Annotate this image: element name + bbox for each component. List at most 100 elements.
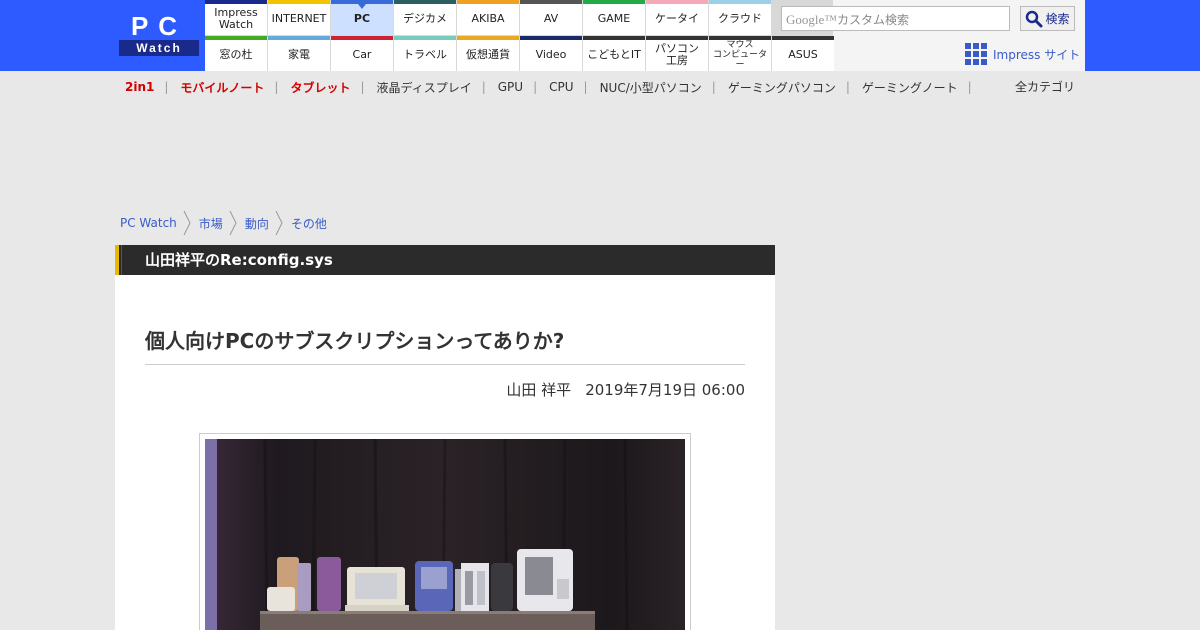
logo-watch: Watch	[119, 40, 199, 56]
category-separator: |	[274, 80, 279, 94]
nav-item-1-6[interactable]: AV	[520, 0, 582, 35]
header-side-band	[1085, 0, 1200, 71]
category-link[interactable]: モバイルノート	[180, 79, 264, 96]
nav-item-label: デジカメ	[403, 12, 447, 25]
search-placeholder: カスタム検索	[837, 13, 910, 27]
category-link[interactable]: ゲーミングノート	[862, 79, 958, 96]
nav-item-1-1[interactable]: Impress Watch	[205, 0, 267, 35]
nav-item-label: クラウド	[718, 12, 762, 25]
nav-item-label: ケータイ	[655, 12, 699, 25]
category-link[interactable]: CPU	[549, 80, 573, 94]
photo-illustration	[205, 439, 685, 630]
author: 山田 祥平	[506, 381, 572, 399]
nav-item-2-4[interactable]: トラベル	[394, 36, 456, 71]
search-icon	[1026, 10, 1043, 27]
series-banner[interactable]: 山田祥平のRe:config.sys	[115, 245, 775, 275]
impress-site-link[interactable]: Impress サイト	[965, 42, 1080, 66]
breadcrumb-link[interactable]: その他	[291, 215, 327, 232]
nav-color-bar	[583, 36, 645, 40]
category-separator: |	[967, 80, 972, 94]
breadcrumb-link[interactable]: 動向	[245, 215, 269, 232]
nav-item-label: Car	[352, 48, 372, 61]
nav-color-bar	[520, 36, 582, 40]
nav-item-2-1[interactable]: 窓の杜	[205, 36, 267, 71]
nav-item-label: 家電	[288, 48, 310, 61]
category-link[interactable]: 液晶ディスプレイ	[377, 79, 472, 96]
nav-color-bar	[583, 0, 645, 4]
nav-color-bar	[268, 36, 330, 40]
article-headline: 個人向けPCのサブスクリプションってありか?	[145, 329, 565, 353]
category-separator: |	[711, 80, 716, 94]
chevron-right-icon	[229, 210, 237, 236]
category-link[interactable]: 2in1	[125, 80, 154, 94]
nav-item-2-6[interactable]: Video	[520, 36, 582, 71]
active-caret-icon	[358, 4, 366, 9]
nav-item-label: INTERNET	[271, 12, 327, 25]
nav-item-2-8[interactable]: パソコン 工房	[646, 36, 708, 71]
category-separator: |	[845, 80, 850, 94]
nav-item-2-3[interactable]: Car	[331, 36, 393, 71]
nav-color-bar	[457, 36, 519, 40]
nav-color-bar	[646, 0, 708, 4]
nav-color-bar	[709, 36, 771, 40]
chevron-right-icon	[183, 210, 191, 236]
publish-date: 2019年7月19日 06:00	[585, 381, 745, 399]
nav-item-1-5[interactable]: AKIBA	[457, 0, 519, 35]
article: 山田祥平のRe:config.sys 個人向けPCのサブスクリプションってありか…	[115, 245, 775, 630]
category-bar: 2in1 | モバイルノート | タブレット | 液晶ディスプレイ | GPU | CPU | NUC/…	[125, 78, 984, 96]
nav-item-1-3[interactable]: PC	[331, 0, 393, 35]
nav-item-label: AKIBA	[471, 12, 505, 25]
nav-item-label: 窓の杜	[219, 48, 253, 61]
nav-item-1-2[interactable]: INTERNET	[268, 0, 330, 35]
nav-color-bar	[205, 36, 267, 40]
nav-item-label: パソコン 工房	[655, 42, 699, 67]
search-input[interactable]: Google™カスタム検索	[781, 6, 1010, 31]
article-photo	[205, 439, 685, 630]
category-link[interactable]: ゲーミングパソコン	[728, 79, 836, 96]
category-separator: |	[360, 80, 365, 94]
google-label: Google™	[786, 12, 838, 27]
category-link[interactable]: NUC/小型パソコン	[600, 79, 702, 96]
breadcrumb-link[interactable]: PC Watch	[120, 216, 177, 230]
search-button[interactable]: 検索	[1020, 6, 1075, 31]
category-link[interactable]: GPU	[498, 80, 523, 94]
headline-divider	[145, 364, 745, 365]
pc-watch-logo[interactable]: PC Watch	[119, 12, 199, 56]
nav-item-2-5[interactable]: 仮想通貨	[457, 36, 519, 71]
category-link[interactable]: タブレット	[290, 79, 350, 96]
nav-item-label: PC	[353, 12, 371, 25]
nav-color-bar	[394, 0, 456, 4]
nav-item-2-10[interactable]: ASUS	[772, 36, 834, 71]
nav-item-label: GAME	[597, 12, 631, 25]
site-header: PC Watch Impress Watch INTERNET PC デジカメ AKIB…	[0, 0, 1200, 71]
nav-item-label: こどもとIT	[587, 48, 641, 61]
series-title: 山田祥平のRe:config.sys	[145, 251, 333, 269]
nav-item-1-4[interactable]: デジカメ	[394, 0, 456, 35]
nav-item-2-9[interactable]: マウス コンピューター	[709, 36, 771, 71]
category-separator: |	[481, 80, 486, 94]
nav-item-label: 仮想通貨	[466, 48, 510, 61]
category-separator: |	[583, 80, 588, 94]
logo-pc: PC	[130, 11, 188, 41]
nav-item-label: ASUS	[788, 48, 818, 61]
nav-color-bar	[268, 0, 330, 4]
category-separator: |	[533, 80, 538, 94]
nav-color-bar	[520, 0, 582, 4]
nav-item-1-9[interactable]: クラウド	[709, 0, 771, 35]
nav-item-label: AV	[543, 12, 559, 25]
series-accent-line	[121, 245, 122, 275]
breadcrumb-link[interactable]: 市場	[199, 215, 223, 232]
article-photo-frame[interactable]	[199, 433, 691, 630]
impress-site-label: Impress サイト	[993, 47, 1081, 62]
nav-item-label: Impress Watch	[214, 6, 258, 31]
nav-color-bar	[205, 0, 267, 4]
nav-item-1-7[interactable]: GAME	[583, 0, 645, 35]
nav-color-bar	[394, 36, 456, 40]
category-separator: |	[164, 80, 169, 94]
nav-item-2-2[interactable]: 家電	[268, 36, 330, 71]
nav-item-label: Video	[535, 48, 567, 61]
nav-item-2-7[interactable]: こどもとIT	[583, 36, 645, 71]
site-nav-grid: Impress Watch INTERNET PC デジカメ AKIBA AV GAME ケー…	[205, 0, 834, 71]
all-categories-link[interactable]: 全カテゴリ	[1015, 78, 1075, 95]
nav-item-1-8[interactable]: ケータイ	[646, 0, 708, 35]
